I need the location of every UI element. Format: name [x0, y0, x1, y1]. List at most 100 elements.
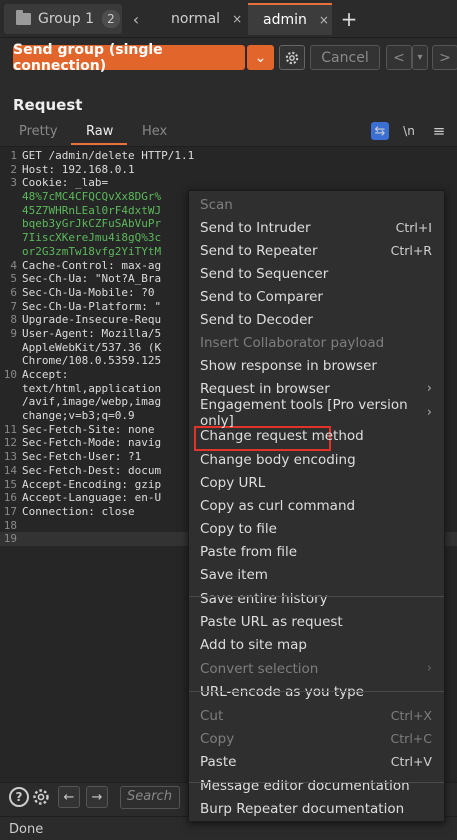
menu-item-change-request-method[interactable]: Change request method [200, 424, 432, 447]
menu-item-message-editor-documentation[interactable]: Message editor documentation [200, 774, 432, 797]
menu-item-send-to-decoder[interactable]: Send to Decoder [200, 308, 432, 331]
menu-item-save-item[interactable]: Save item [200, 563, 432, 586]
menu-separator [189, 596, 444, 597]
code-line: 3 Cookie: _lab= [0, 176, 457, 190]
line-text: Sec-Fetch-Site: none [22, 422, 155, 436]
menu-item-send-to-repeater[interactable]: Send to Repeater Ctrl+R [200, 239, 432, 262]
chevron-left-icon[interactable]: ‹ [126, 4, 146, 34]
menu-item-send-to-comparer[interactable]: Send to Comparer [200, 285, 432, 308]
line-number: 14 [3, 463, 17, 477]
menu-item-label: Burp Repeater documentation [200, 800, 405, 817]
menu-item-label: Change request method [200, 427, 364, 444]
menu-item-shortcut: Ctrl+V [390, 754, 432, 769]
send-options-dropdown[interactable]: ⌄ [247, 45, 274, 70]
line-text: Sec-Ch-Ua: "Not?A_Bra [22, 272, 162, 286]
line-text: Sec-Fetch-Dest: docum [22, 463, 162, 477]
tab-group-1[interactable]: Group 1 2 [4, 4, 122, 34]
previous-request-button[interactable]: < [386, 45, 412, 70]
menu-item-paste-from-file[interactable]: Paste from file [200, 540, 432, 563]
menu-item-shortcut: Ctrl+R [390, 243, 432, 258]
menu-item-copy-url[interactable]: Copy URL [200, 471, 432, 494]
settings-button[interactable] [279, 45, 305, 70]
code-line: 1 GET /admin/delete HTTP/1.1 [0, 149, 457, 163]
line-text: Cache-Control: max-ag [22, 258, 162, 272]
menu-item-label: Scan [200, 196, 233, 213]
context-menu: Scan Send to Intruder Ctrl+I Send to Repeat… [188, 190, 445, 822]
menu-item-label: Save item [200, 566, 268, 583]
line-text: 45Z7WHRnLEal0rF4dxtWJ [22, 203, 162, 217]
tab-raw[interactable]: Raw [86, 124, 113, 139]
close-icon[interactable]: × [319, 13, 329, 27]
menu-item-scan: Scan [200, 193, 432, 216]
line-number: 13 [3, 450, 17, 464]
menu-item-save-entire-history[interactable]: Save entire history [200, 587, 432, 610]
menu-item-copy-to-file[interactable]: Copy to file [200, 517, 432, 540]
line-text: Upgrade-Insecure-Requ [22, 313, 162, 327]
line-number: 1 [10, 149, 17, 162]
group-label: Group 1 [38, 11, 94, 27]
line-text: bqeb3yGrJkCZFuSAbVuPr [22, 217, 162, 231]
search-next-button[interactable]: → [86, 786, 108, 808]
line-number: 15 [3, 477, 17, 491]
menu-item-label: Send to Sequencer [200, 265, 329, 282]
tab-pretty[interactable]: Pretty [19, 124, 58, 139]
wrap-lines-icon[interactable]: ⇆ [371, 122, 389, 140]
line-text: Connection: close [22, 504, 135, 518]
menu-item-send-to-intruder[interactable]: Send to Intruder Ctrl+I [200, 216, 432, 239]
tab-normal[interactable]: normal × [153, 4, 245, 34]
menu-item-burp-repeater-documentation[interactable]: Burp Repeater documentation [200, 797, 432, 820]
next-request-button[interactable]: > [432, 45, 457, 70]
search-input[interactable]: Search [120, 786, 180, 809]
menu-item-label: Paste [200, 753, 237, 770]
search-previous-button[interactable]: ← [58, 786, 80, 808]
menu-item-shortcut: Ctrl+I [395, 220, 432, 235]
menu-item-copy-as-curl-command[interactable]: Copy as curl command [200, 494, 432, 517]
menu-item-cut: Cut Ctrl+X [200, 704, 432, 727]
chevron-down-icon: ⌄ [254, 49, 267, 66]
tab-hex[interactable]: Hex [142, 124, 167, 139]
send-group-button[interactable]: Send group (single connection) [13, 42, 245, 74]
add-tab-icon[interactable]: + [338, 4, 360, 34]
menu-item-label: Save entire history [200, 590, 328, 607]
line-number: 4 [10, 258, 17, 272]
line-number: 9 [10, 326, 17, 340]
line-text: Sec-Fetch-Mode: navig [22, 436, 162, 450]
menu-item-label: Copy as curl command [200, 497, 356, 514]
menu-item-label: Paste from file [200, 543, 297, 560]
menu-item-shortcut: Ctrl+C [390, 731, 432, 746]
line-number: 18 [3, 518, 17, 532]
hamburger-menu-icon[interactable]: ≡ [430, 122, 448, 140]
close-icon[interactable]: × [232, 12, 242, 26]
arrow-right-icon: → [91, 789, 103, 805]
menu-item-paste[interactable]: Paste Ctrl+V [200, 750, 432, 773]
line-number: 12 [3, 436, 17, 450]
gear-icon[interactable] [31, 787, 51, 811]
line-text: Cookie: _lab= [22, 176, 109, 190]
newline-toggle[interactable]: \n [400, 122, 418, 140]
menu-item-label: Add to site map [200, 636, 307, 653]
line-number: 7 [10, 299, 17, 313]
menu-item-insert-collaborator-payload: Insert Collaborator payload [200, 331, 432, 354]
chevron-right-icon: > [439, 49, 451, 66]
history-dropdown[interactable]: ▾ [412, 45, 428, 70]
menu-item-label: Copy [200, 730, 235, 747]
line-text: or2G3zmTw18vfg2YiTYtM [22, 244, 162, 258]
menu-item-add-to-site-map[interactable]: Add to site map [200, 633, 432, 656]
menu-item-label: Message editor documentation [200, 777, 410, 794]
line-number: 16 [3, 491, 17, 505]
menu-item-label: Copy to file [200, 520, 277, 537]
menu-item-paste-url-as-request[interactable]: Paste URL as request [200, 610, 432, 633]
tab-admin[interactable]: admin × [248, 3, 332, 35]
menu-item-engagement-tools-pro-version-only[interactable]: Engagement tools [Pro version only] › [200, 397, 432, 429]
chevron-left-icon: < [393, 49, 405, 66]
menu-item-send-to-sequencer[interactable]: Send to Sequencer [200, 262, 432, 285]
folder-icon [16, 10, 31, 25]
cancel-button[interactable]: Cancel [310, 45, 380, 70]
line-text: Accept: [22, 368, 69, 381]
menu-item-change-body-encoding[interactable]: Change body encoding [200, 448, 432, 471]
tab-normal-label: normal [171, 11, 221, 27]
line-number: 10 [3, 368, 17, 381]
help-icon[interactable]: ? [9, 787, 29, 807]
line-text: Sec-Ch-Ua-Platform: " [22, 299, 162, 313]
menu-item-show-response-in-browser[interactable]: Show response in browser [200, 354, 432, 377]
